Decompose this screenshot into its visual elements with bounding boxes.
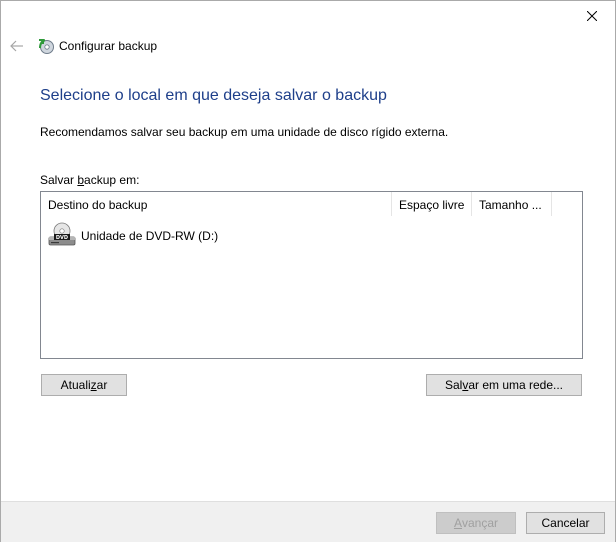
column-header-free-space[interactable]: Espaço livre <box>392 192 472 216</box>
backup-icon <box>39 39 54 54</box>
refresh-part: ar <box>96 378 108 392</box>
label-part: ackup em: <box>84 173 140 187</box>
backup-destination-list[interactable]: Destino do backup Espaço livre Tamanho .… <box>40 191 583 359</box>
close-icon <box>587 11 597 21</box>
cancel-button[interactable]: Cancelar <box>526 512 605 534</box>
list-item[interactable]: DVD Unidade de DVD-RW (D:) <box>47 222 218 250</box>
backup-destination-label: Salvar backup em: <box>40 173 139 187</box>
network-part: ar em uma rede... <box>468 378 564 392</box>
window-title: Configurar backup <box>59 39 158 53</box>
list-header: Destino do backup Espaço livre Tamanho .… <box>41 192 582 216</box>
dvd-drive-icon: DVD <box>48 222 76 246</box>
next-accelerator: A <box>453 516 462 530</box>
back-button[interactable] <box>7 37 27 55</box>
network-part: Sal <box>444 378 463 392</box>
list-item-label: Unidade de DVD-RW (D:) <box>81 229 219 243</box>
column-header-size[interactable]: Tamanho ... <box>472 192 552 216</box>
svg-text:DVD: DVD <box>56 235 68 241</box>
page-heading: Selecione o local em que deseja salvar o… <box>40 87 387 104</box>
close-button[interactable] <box>569 1 615 31</box>
backup-setup-window: Configurar backup Selecione o local em q… <box>0 0 616 542</box>
label-part: Salvar <box>40 173 78 187</box>
footer-bar: Avançar Cancelar <box>1 501 615 542</box>
refresh-button[interactable]: Atuali z ar <box>41 374 127 396</box>
next-part: vançar <box>461 516 499 530</box>
save-on-network-button[interactable]: Sal v ar em uma rede... <box>426 374 582 396</box>
next-button[interactable]: Avançar <box>436 512 516 534</box>
column-header-destination[interactable]: Destino do backup <box>41 192 392 216</box>
back-arrow-icon <box>10 40 23 52</box>
page-description: Recomendamos salvar seu backup em uma un… <box>40 125 449 139</box>
refresh-part: Atuali <box>60 378 91 392</box>
